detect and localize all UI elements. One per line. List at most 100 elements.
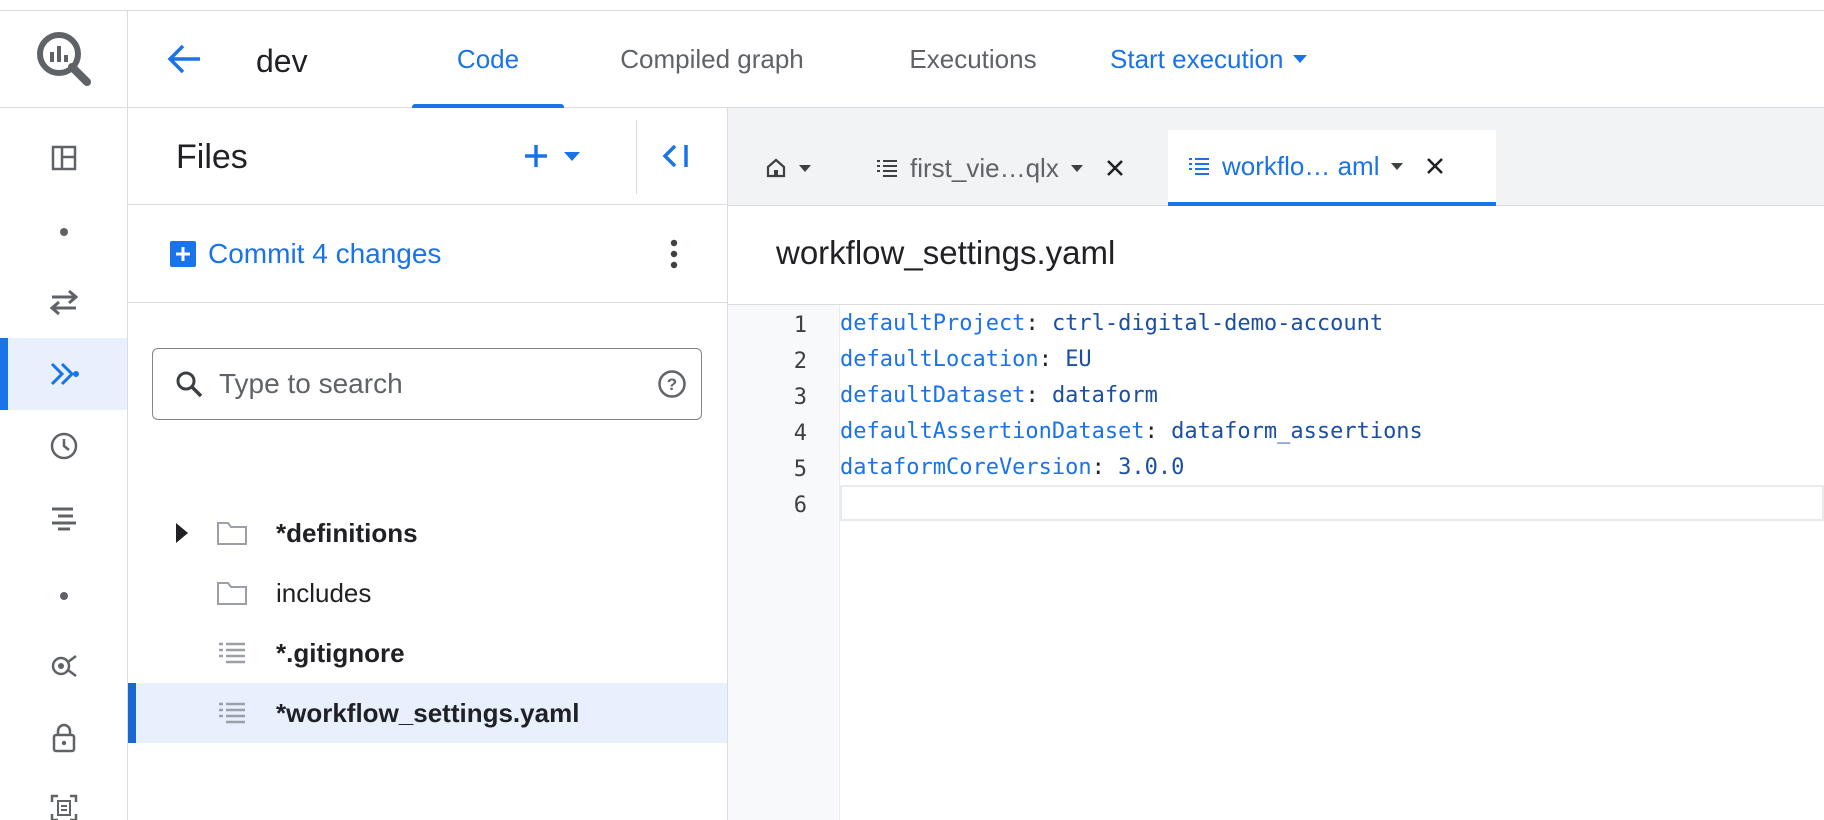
folder-icon <box>216 577 248 609</box>
code-line[interactable]: defaultDataset: dataform <box>840 377 1824 413</box>
yaml-colon: : <box>1144 418 1172 444</box>
yaml-value: dataform_assertions <box>1171 418 1423 444</box>
caret-down-icon[interactable] <box>1070 164 1083 172</box>
bigquery-logo[interactable] <box>0 11 128 107</box>
yaml-key: dataformCoreVersion <box>840 454 1092 480</box>
code-line[interactable]: defaultProject: ctrl-digital-demo-accoun… <box>840 305 1824 341</box>
home-icon <box>766 158 786 178</box>
yaml-colon: : <box>1025 310 1052 336</box>
tree-item-label: *workflow_settings.yaml <box>276 698 580 728</box>
tree-item-workflow-settings[interactable]: *workflow_settings.yaml <box>128 683 727 743</box>
policy-lock-icon <box>52 723 75 753</box>
code-line-current[interactable] <box>840 485 1824 521</box>
yaml-value: ctrl-digital-demo-account <box>1051 310 1384 336</box>
add-file-button[interactable] <box>522 134 632 178</box>
rail-analytics-hub[interactable] <box>0 630 127 702</box>
plus-icon <box>525 145 547 167</box>
scheduled-queries-icon <box>51 507 76 531</box>
editor-tab-label: workflo… aml <box>1222 150 1380 181</box>
commit-changes-button[interactable]: Commit 4 changes <box>170 229 441 279</box>
history-icon <box>50 432 77 460</box>
rail-scheduled-queries[interactable] <box>0 482 127 554</box>
caret-down-icon <box>564 151 580 161</box>
editor-tab-home[interactable] <box>748 130 828 206</box>
file-search-box: ? <box>152 348 702 420</box>
more-options-button[interactable] <box>654 229 694 279</box>
start-execution-button[interactable]: Start execution <box>1110 11 1308 107</box>
top-bar: dev Code Compiled graph Executions Start… <box>0 10 1824 108</box>
files-title: Files <box>176 138 248 176</box>
yaml-value: dataform <box>1051 382 1158 408</box>
yaml-colon: : <box>1091 454 1119 480</box>
expand-caret-icon[interactable] <box>168 519 196 547</box>
editor-tab-first-view[interactable]: first_vie…qlx <box>866 130 1136 206</box>
yaml-value: 3.0.0 <box>1118 454 1185 480</box>
editor-tab-workflow-settings[interactable]: workflo… aml <box>1168 130 1496 206</box>
yaml-colon: : <box>1038 346 1066 372</box>
caret-down-icon <box>1293 55 1308 63</box>
rail-dashboard[interactable] <box>0 122 127 194</box>
back-button[interactable] <box>162 39 206 79</box>
svg-text:?: ? <box>667 375 677 394</box>
file-list-icon <box>877 160 897 177</box>
commit-changes-label: Commit 4 changes <box>208 238 442 269</box>
line-number: 4 <box>793 421 807 446</box>
yaml-key: defaultDataset <box>840 382 1026 408</box>
tab-executions-label: Executions <box>909 43 1037 74</box>
rail-transfers[interactable] <box>0 266 127 338</box>
caret-down-icon <box>799 164 811 172</box>
rail-separator-dot <box>60 592 68 600</box>
collapse-left-icon <box>662 144 688 168</box>
commit-row: Commit 4 changes <box>128 205 727 303</box>
tab-compiled-graph-label: Compiled graph <box>620 43 804 74</box>
caret-down-icon[interactable] <box>1391 162 1404 170</box>
code-line[interactable]: defaultAssertionDataset: dataform_assert… <box>840 413 1824 449</box>
arrow-back-icon <box>167 44 200 74</box>
code-line[interactable]: dataformCoreVersion: 3.0.0 <box>840 449 1824 485</box>
tree-item-gitignore[interactable]: *.gitignore <box>128 623 727 683</box>
workspace-name: dev <box>256 43 308 79</box>
tree-item-includes[interactable]: includes <box>128 563 727 623</box>
rail-history[interactable] <box>0 410 127 482</box>
tab-compiled-graph[interactable]: Compiled graph <box>592 11 832 107</box>
tab-executions[interactable]: Executions <box>888 11 1058 107</box>
bigquery-logo-icon <box>36 32 91 86</box>
line-number: 6 <box>793 493 807 518</box>
tree-item-definitions[interactable]: *definitions <box>128 503 727 563</box>
editor-tabs-bar: first_vie…qlx workflo… aml <box>728 108 1824 206</box>
help-icon[interactable]: ? <box>657 369 687 399</box>
line-number: 2 <box>793 349 807 374</box>
editor-tab-label: first_vie…qlx <box>910 152 1059 183</box>
rail-dataform[interactable] <box>0 338 127 410</box>
search-input[interactable] <box>219 368 657 400</box>
rail-document-scan[interactable] <box>0 772 127 820</box>
file-list-icon <box>1189 158 1209 175</box>
yaml-key: defaultLocation <box>840 346 1039 372</box>
file-list-icon <box>216 697 248 729</box>
document-scan-icon <box>50 794 77 820</box>
divider <box>636 120 637 194</box>
search-icon <box>176 371 203 398</box>
start-execution-label: Start execution <box>1110 43 1284 74</box>
editor-area: first_vie…qlx workflo… aml workflow_sett… <box>728 108 1824 820</box>
line-number-gutter: 1 2 3 4 5 6 <box>728 305 840 820</box>
analytics-hub-icon <box>51 655 77 677</box>
file-list-icon <box>216 637 248 669</box>
yaml-key: defaultAssertionDataset <box>840 418 1145 444</box>
close-icon[interactable] <box>1425 156 1445 176</box>
file-title: workflow_settings.yaml <box>776 234 1116 271</box>
collapse-panel-button[interactable] <box>652 134 700 178</box>
nav-rail <box>0 108 128 820</box>
transfers-icon <box>49 289 78 316</box>
line-number: 1 <box>793 313 807 338</box>
tree-item-label: *.gitignore <box>276 638 405 668</box>
close-icon[interactable] <box>1105 158 1125 178</box>
code-line[interactable]: defaultLocation: EU <box>840 341 1824 377</box>
rail-separator-dot <box>60 228 68 236</box>
yaml-colon: : <box>1025 382 1052 408</box>
tab-code-label: Code <box>456 43 520 74</box>
rail-policy[interactable] <box>0 702 127 774</box>
tree-item-label: includes <box>276 578 372 608</box>
tab-code[interactable]: Code <box>412 11 564 108</box>
line-number: 3 <box>793 385 807 410</box>
